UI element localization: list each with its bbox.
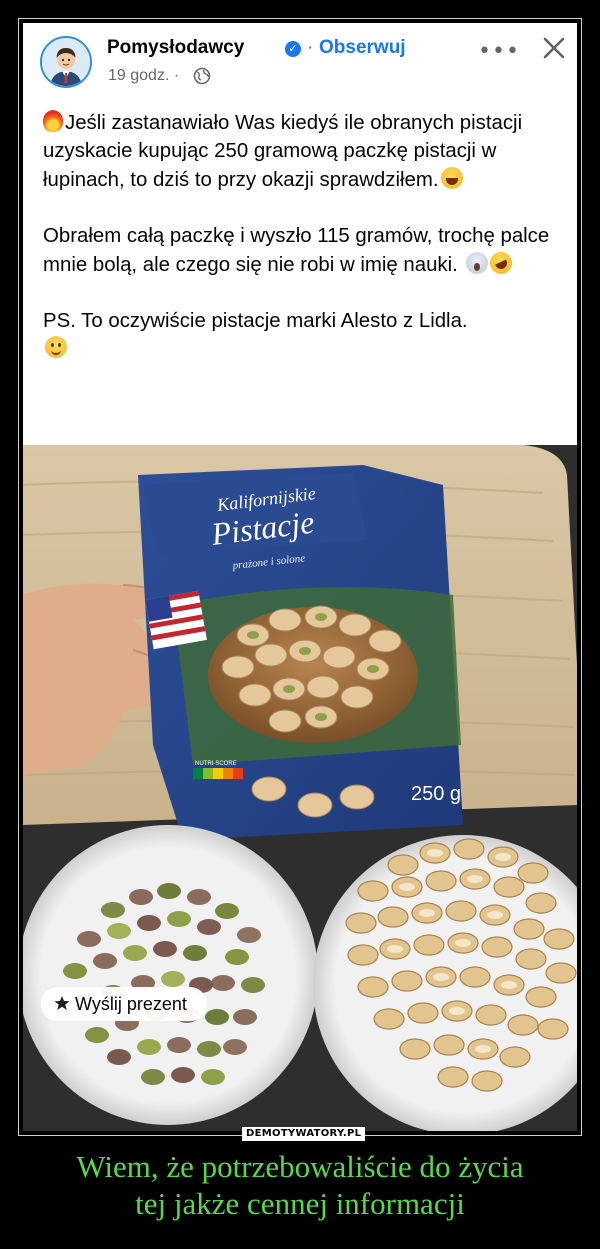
gift-icon <box>53 995 71 1013</box>
fire-emoji-icon <box>43 110 63 132</box>
facebook-post: Pomysłodawcy ✓ · Obserwuj 19 godz. · •••… <box>23 23 577 1131</box>
page-name[interactable]: Pomysłodawcy <box>107 37 244 59</box>
package-weight: 250 g <box>411 783 461 805</box>
caption-line: tej jakże cennej informacji <box>135 1186 465 1221</box>
demotivator-caption: Wiem, że potrzebowaliście do życia tej j… <box>0 1148 600 1222</box>
site-watermark: DEMOTYWATORY.PL <box>242 1127 366 1141</box>
name-separator: · <box>307 37 314 58</box>
post-photo[interactable]: Kalifornijskie Pistacje prażone i solone <box>23 445 577 1131</box>
follow-button[interactable]: Obserwuj <box>319 37 406 59</box>
screaming-emoji-icon <box>465 251 488 274</box>
rolling-laughing-emoji-icon <box>485 248 516 278</box>
laughing-emoji-icon <box>440 166 463 189</box>
more-options-icon[interactable]: ••• <box>478 39 520 64</box>
post-header: Pomysłodawcy ✓ · Obserwuj 19 godz. · ••• <box>23 23 577 103</box>
globe-icon <box>193 67 211 85</box>
post-paragraph: Jeśli zastanawiało Was kiedyś ile obrany… <box>43 109 571 194</box>
caption-line: Wiem, że potrzebowaliście do życia <box>76 1149 524 1184</box>
nutri-score-label: NUTRI-SCORE <box>195 761 237 767</box>
send-gift-label: Wyślij prezent <box>75 994 187 1014</box>
post-paragraph-text: PS. To oczywiście pistacje marki Alesto … <box>43 310 468 333</box>
demotivator-frame: Pomysłodawcy ✓ · Obserwuj 19 godz. · •••… <box>18 18 582 1136</box>
verified-check-icon: ✓ <box>285 41 301 57</box>
post-timestamp[interactable]: 19 godz. · <box>108 67 179 85</box>
send-gift-button[interactable]: Wyślij prezent <box>41 987 207 1021</box>
avatar-man-icon[interactable] <box>40 36 92 88</box>
post-paragraph: Obrałem całą paczkę i wyszło 115 gramów,… <box>43 222 571 279</box>
close-icon[interactable] <box>537 31 571 65</box>
post-paragraph: PS. To oczywiście pistacje marki Alesto … <box>43 307 571 364</box>
post-text: Jeśli zastanawiało Was kiedyś ile obrany… <box>43 109 571 364</box>
smiling-emoji-icon <box>45 336 67 359</box>
